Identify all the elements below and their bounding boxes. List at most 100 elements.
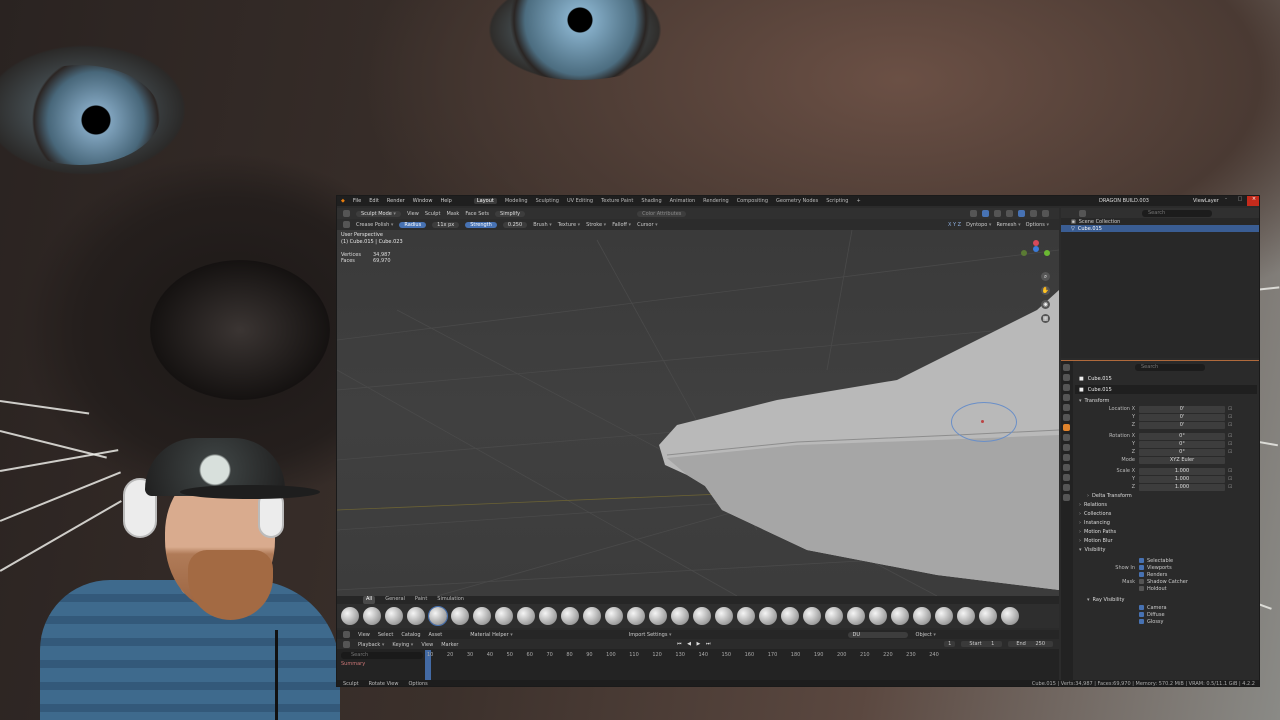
- visibility-panel[interactable]: ▾ Visibility: [1075, 545, 1257, 554]
- checkbox-checked[interactable]: [1139, 572, 1144, 577]
- texture-tab-icon[interactable]: [1063, 494, 1070, 501]
- mode-dropdown[interactable]: Sculpt Mode: [356, 210, 401, 217]
- selectable-checkbox[interactable]: Selectable: [1075, 557, 1257, 564]
- add-workspace-button[interactable]: +: [856, 198, 860, 204]
- scale-y-field[interactable]: Y 1.000 ⊡: [1075, 475, 1257, 483]
- menu-playback[interactable]: Playback: [358, 642, 384, 648]
- location-x-field[interactable]: Location X 0' ⊡: [1075, 405, 1257, 413]
- 3d-viewport[interactable]: User Perspective (1) Cube.015 | Cube.023…: [337, 230, 1059, 596]
- material-shading-icon[interactable]: [1030, 210, 1037, 217]
- brush-thumbnail[interactable]: [627, 607, 645, 625]
- perspective-toggle-icon[interactable]: ▦: [1041, 314, 1050, 323]
- location-y-value[interactable]: 0': [1139, 413, 1225, 421]
- menu-cursor[interactable]: Cursor: [637, 222, 658, 228]
- menu-render[interactable]: Render: [387, 198, 405, 204]
- holdout-checkbox[interactable]: Holdout: [1075, 585, 1257, 592]
- brush-thumbnail[interactable]: [671, 607, 689, 625]
- motion-paths-panel[interactable]: › Motion Paths: [1075, 527, 1257, 536]
- menu-file[interactable]: File: [353, 198, 361, 204]
- brush-thumbnail[interactable]: [825, 607, 843, 625]
- brush-thumbnail[interactable]: [979, 607, 997, 625]
- menu-sculpt[interactable]: Sculpt: [425, 211, 441, 217]
- object-tab-icon[interactable]: [1063, 424, 1070, 431]
- physics-tab-icon[interactable]: [1063, 454, 1070, 461]
- strength-field[interactable]: Strength: [465, 221, 497, 228]
- brush-thumbnail[interactable]: [913, 607, 931, 625]
- checkbox-checked[interactable]: [1139, 619, 1144, 624]
- lock-icon[interactable]: ⊡: [1228, 449, 1232, 455]
- brush-thumbnail[interactable]: [451, 607, 469, 625]
- instancing-panel[interactable]: › Instancing: [1075, 518, 1257, 527]
- object-mode-dropdown[interactable]: Object: [916, 632, 936, 638]
- collections-panel[interactable]: › Collections: [1075, 509, 1257, 518]
- tab-texture-paint[interactable]: Texture Paint: [601, 198, 633, 204]
- brush-thumbnail[interactable]: [649, 607, 667, 625]
- tool-tab-icon[interactable]: [1063, 364, 1070, 371]
- lock-icon[interactable]: ⊡: [1228, 468, 1232, 474]
- menu-stroke[interactable]: Stroke: [586, 222, 606, 228]
- timeline-search-input[interactable]: Search: [341, 652, 423, 659]
- wireframe-shading-icon[interactable]: [1006, 210, 1013, 217]
- radius-field[interactable]: Radius: [399, 221, 427, 228]
- scale-z-field[interactable]: Z 1.000 ⊡: [1075, 483, 1257, 491]
- brush-thumbnail[interactable]: [495, 607, 513, 625]
- brush-thumbnail[interactable]: [781, 607, 799, 625]
- rendered-shading-icon[interactable]: [1042, 210, 1049, 217]
- rotation-mode-field[interactable]: Mode XYZ Euler: [1075, 456, 1257, 464]
- blender-logo-icon[interactable]: ◆: [341, 198, 345, 204]
- minimize-icon[interactable]: –: [1219, 196, 1233, 206]
- scale-x-value[interactable]: 1.000: [1139, 467, 1225, 475]
- object-name-field[interactable]: ■ Cube.015: [1075, 385, 1257, 394]
- menu-face-sets[interactable]: Face Sets: [465, 211, 489, 217]
- brush-thumbnail[interactable]: [583, 607, 601, 625]
- tab-rendering[interactable]: Rendering: [703, 198, 729, 204]
- material-tab-icon[interactable]: [1063, 484, 1070, 491]
- menu-edit[interactable]: Edit: [369, 198, 379, 204]
- brush-thumbnail[interactable]: [935, 607, 953, 625]
- view-layer-field[interactable]: ViewLayer: [1193, 198, 1219, 204]
- radius-value[interactable]: 11x px: [432, 221, 460, 228]
- outliner-search-input[interactable]: Search: [1142, 209, 1212, 217]
- menu-select[interactable]: Select: [378, 632, 393, 638]
- pan-hand-icon[interactable]: ✋: [1041, 286, 1050, 295]
- menu-falloff[interactable]: Falloff: [612, 222, 631, 228]
- location-z-field[interactable]: Z 0' ⊡: [1075, 421, 1257, 429]
- import-settings-menu[interactable]: Import Settings: [629, 632, 672, 638]
- remesh-menu[interactable]: Remesh: [996, 222, 1020, 228]
- brush-thumbnail[interactable]: [891, 607, 909, 625]
- tab-layout[interactable]: Layout: [473, 198, 497, 204]
- brush-thumbnail[interactable]: [428, 606, 448, 626]
- brush-icon[interactable]: [343, 221, 350, 228]
- menu-catalog[interactable]: Catalog: [401, 632, 420, 638]
- xray-icon[interactable]: [994, 210, 1001, 217]
- scale-y-value[interactable]: 1.000: [1139, 475, 1225, 483]
- checkbox-checked[interactable]: [1139, 612, 1144, 617]
- brush-thumbnail[interactable]: [341, 607, 359, 625]
- menu-mask[interactable]: Mask: [446, 211, 459, 217]
- output-tab-icon[interactable]: [1063, 384, 1070, 391]
- lock-icon[interactable]: ⊡: [1228, 414, 1232, 420]
- rotation-x-field[interactable]: Rotation X 0° ⊡: [1075, 432, 1257, 440]
- tab-scripting[interactable]: Scripting: [826, 198, 848, 204]
- gizmo-x-axis-icon[interactable]: [1033, 240, 1039, 246]
- solid-shading-icon[interactable]: [1018, 210, 1025, 217]
- menu-view[interactable]: View: [358, 632, 370, 638]
- brush-thumbnail[interactable]: [869, 607, 887, 625]
- brush-thumbnail[interactable]: [473, 607, 491, 625]
- brush-thumbnail[interactable]: [539, 607, 557, 625]
- category-general[interactable]: General: [385, 596, 405, 604]
- particles-tab-icon[interactable]: [1063, 444, 1070, 451]
- camera-ray-checkbox[interactable]: Camera: [1075, 604, 1257, 611]
- material-helper-menu[interactable]: Material Helper: [470, 632, 513, 638]
- rotation-mode-dropdown[interactable]: XYZ Euler: [1139, 456, 1225, 464]
- shadow-catcher-checkbox[interactable]: Mask Shadow Catcher: [1075, 578, 1257, 585]
- tab-compositing[interactable]: Compositing: [737, 198, 768, 204]
- viewports-checkbox[interactable]: Show In Viewports: [1075, 564, 1257, 571]
- rotation-x-value[interactable]: 0°: [1139, 432, 1225, 440]
- transform-panel-header[interactable]: ▾ Transform: [1075, 396, 1257, 405]
- location-y-field[interactable]: Y 0' ⊡: [1075, 413, 1257, 421]
- lock-icon[interactable]: ⊡: [1228, 422, 1232, 428]
- simplify-button[interactable]: Simplify: [495, 210, 526, 217]
- menu-view[interactable]: View: [421, 642, 433, 648]
- options-menu[interactable]: Options: [1026, 222, 1049, 228]
